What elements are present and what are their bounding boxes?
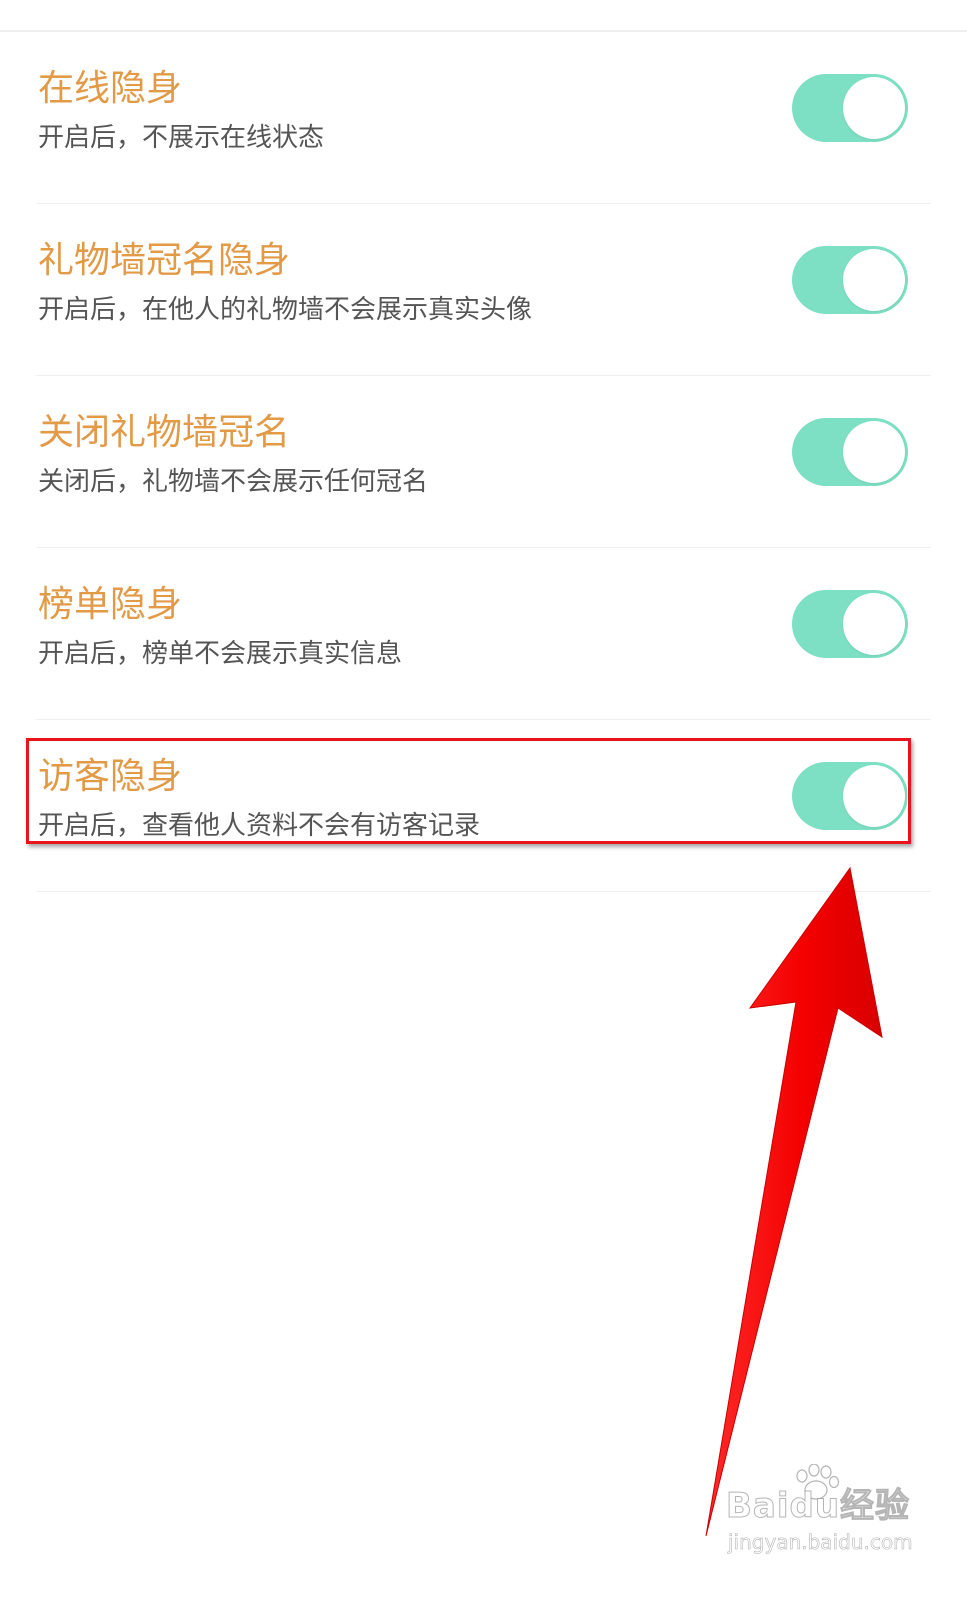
setting-title: 礼物墙冠名隐身 <box>38 240 291 281</box>
visitor-invisible-toggle[interactable] <box>792 762 908 830</box>
setting-description: 开启后，查看他人资料不会有访客记录 <box>38 811 481 841</box>
gift-wall-name-invisible-toggle[interactable] <box>792 246 908 314</box>
setting-row-gift-wall-name-invisible: 礼物墙冠名隐身 开启后，在他人的礼物墙不会展示真实头像 <box>0 204 967 376</box>
row-divider <box>36 891 931 892</box>
baidu-watermark: Baidu经验 jingyan.baidu.com <box>725 1464 946 1588</box>
ranking-invisible-toggle[interactable] <box>792 590 908 658</box>
online-invisible-toggle[interactable] <box>792 74 908 142</box>
setting-title: 关闭礼物墙冠名 <box>38 412 291 453</box>
watermark-url: jingyan.baidu.com <box>728 1530 913 1555</box>
setting-description: 开启后，榜单不会展示真实信息 <box>38 639 403 669</box>
toggle-knob <box>843 593 905 655</box>
setting-row-online-invisible: 在线隐身 开启后，不展示在线状态 <box>0 32 967 204</box>
setting-row-close-gift-wall-name: 关闭礼物墙冠名 关闭后，礼物墙不会展示任何冠名 <box>0 376 967 548</box>
toggle-knob <box>843 249 905 311</box>
setting-row-visitor-invisible: 访客隐身 开启后，查看他人资料不会有访客记录 <box>0 720 967 892</box>
toggle-knob <box>843 421 905 483</box>
watermark-logo-text: Baidu经验 <box>725 1486 911 1527</box>
setting-description: 关闭后，礼物墙不会展示任何冠名 <box>38 467 429 497</box>
setting-title: 榜单隐身 <box>38 584 183 625</box>
setting-title: 在线隐身 <box>38 68 183 109</box>
setting-description: 开启后，在他人的礼物墙不会展示真实头像 <box>38 295 533 325</box>
setting-row-ranking-invisible: 榜单隐身 开启后，榜单不会展示真实信息 <box>0 548 967 720</box>
toggle-knob <box>843 77 905 139</box>
setting-description: 开启后，不展示在线状态 <box>38 123 325 153</box>
toggle-knob <box>843 765 905 827</box>
baidu-paw-icon <box>796 1464 840 1500</box>
close-gift-wall-name-toggle[interactable] <box>792 418 908 486</box>
setting-title: 访客隐身 <box>38 756 183 797</box>
privacy-settings-list: 在线隐身 开启后，不展示在线状态 礼物墙冠名隐身 开启后，在他人的礼物墙不会展示… <box>0 32 967 892</box>
